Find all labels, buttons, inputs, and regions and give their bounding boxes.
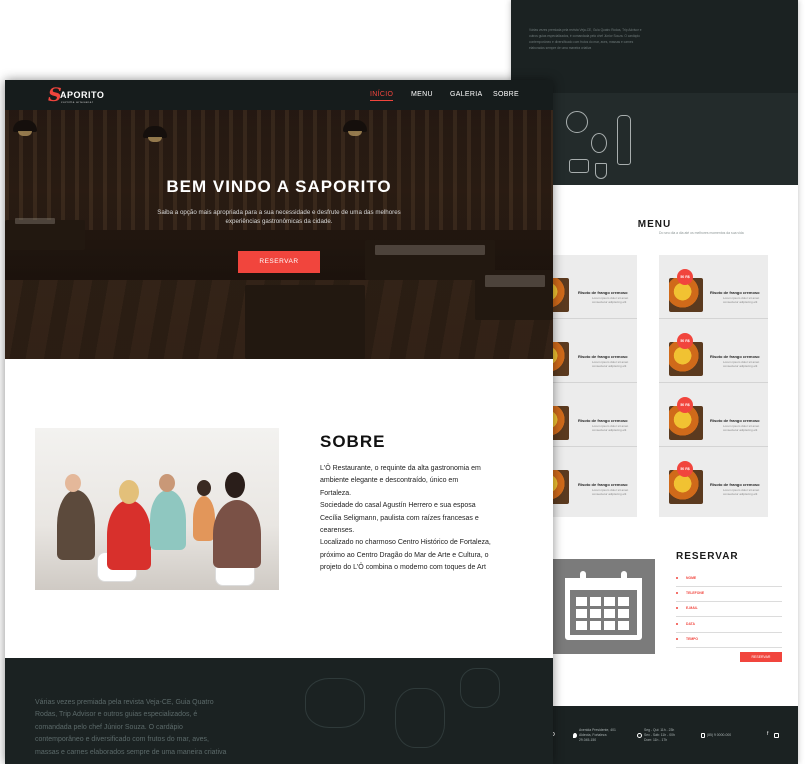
phone-field[interactable]: TELEFONE: [676, 587, 782, 602]
food-sketch: [305, 678, 365, 728]
person: [107, 500, 151, 570]
cheese-sketch: [569, 159, 589, 173]
person-head: [197, 480, 211, 496]
email-field[interactable]: E-MAIL: [676, 602, 782, 617]
location-icon: [573, 733, 577, 738]
instagram-icon[interactable]: [774, 733, 779, 738]
clock-icon: [637, 733, 642, 738]
dish-description: Lorem ipsum dolor sit amet consectetur a…: [592, 360, 629, 368]
menu-page-preview: Várias vezes premiada pela revista Veja-…: [511, 0, 798, 764]
dish-description: Lorem ipsum dolor sit amet consectetur a…: [723, 488, 760, 496]
nav-item-inicio[interactable]: INÍCIO: [370, 91, 394, 101]
price-badge: 50 R$: [677, 461, 693, 477]
person: [57, 490, 95, 560]
field-label: NOME: [686, 576, 697, 580]
nav-item-galeria[interactable]: GALERIA: [450, 91, 482, 98]
menu-item[interactable]: 50 R$ Risoto de frango cremoso Lorem ips…: [659, 255, 768, 319]
hero-section: S APORITO cozinha artesanal INÍCIO MENU …: [5, 80, 553, 359]
time-field[interactable]: TEMPO: [676, 633, 782, 648]
logo-tagline: cozinha artesanal: [61, 100, 94, 104]
calendar-image: [551, 559, 655, 654]
grapes-sketch: [591, 133, 607, 153]
price-badge: 50 R$: [677, 269, 693, 285]
back-footer: TO Avenida Presidente, 401 Aldeota, Fort…: [511, 706, 798, 764]
corkscrew-sketch: [566, 111, 588, 133]
reserve-title: RESERVAR: [676, 551, 739, 562]
food-sketch: [395, 688, 445, 748]
dish-description: Lorem ipsum dolor sit amet consectetur a…: [723, 360, 760, 368]
phone-icon: [701, 733, 705, 738]
back-band-text: Do seu dia a dia até os melhores momento…: [659, 231, 744, 235]
dish-name: Risoto de frango cremoso: [710, 418, 760, 423]
person-head: [65, 474, 81, 492]
field-label: DATA: [686, 622, 695, 626]
dish-name: Risoto de frango cremoso: [710, 354, 760, 359]
wine-bottle-sketch: [617, 115, 631, 165]
menu-item[interactable]: 50 R$ Risoto de frango cremoso Lorem ips…: [659, 447, 768, 511]
food-sketch: [460, 668, 500, 708]
footer-address: Avenida Presidente, 401 Aldeota, Fortale…: [579, 728, 616, 742]
field-label: TEMPO: [686, 637, 699, 641]
dish-name: Risoto de frango cremoso: [578, 290, 628, 295]
top-nav: S APORITO cozinha artesanal INÍCIO MENU …: [5, 80, 553, 110]
back-top-text: Várias vezes premiada pela revista Veja-…: [529, 28, 642, 50]
date-field[interactable]: DATA: [676, 618, 782, 633]
home-page: S APORITO cozinha artesanal INÍCIO MENU …: [5, 80, 553, 764]
person-head: [119, 480, 139, 504]
glass-sketch: [595, 163, 607, 179]
dish-name: Risoto de frango cremoso: [578, 354, 628, 359]
person-head: [159, 474, 175, 492]
back-illustration-band: Do seu dia a dia até os melhores momento…: [511, 93, 798, 235]
dish-description: Lorem ipsum dolor sit amet consectetur a…: [723, 424, 760, 432]
menu-item[interactable]: 50 R$ Risoto de frango cremoso Lorem ips…: [659, 383, 768, 447]
name-field[interactable]: NOME: [676, 572, 782, 587]
person: [213, 500, 261, 568]
menu-column-right: 50 R$ Risoto de frango cremoso Lorem ips…: [659, 255, 768, 517]
nav-item-sobre[interactable]: SOBRE: [493, 91, 519, 98]
dish-description: Lorem ipsum dolor sit amet consectetur a…: [592, 296, 629, 304]
facebook-icon[interactable]: f: [767, 732, 768, 737]
footer-hours: Seg - Qui: 11h - 23h Sex - Sáb: 11h - 00…: [644, 728, 675, 742]
dish-description: Lorem ipsum dolor sit amet consectetur a…: [592, 424, 629, 432]
person-head: [225, 472, 245, 498]
field-label: E-MAIL: [686, 606, 698, 610]
logo-name: APORITO: [60, 90, 105, 100]
about-title: SOBRE: [320, 432, 386, 451]
dish-name: Risoto de frango cremoso: [710, 290, 760, 295]
back-dark-section: Várias vezes premiada pela revista Veja-…: [511, 0, 798, 93]
brand-logo[interactable]: S APORITO cozinha artesanal: [48, 86, 104, 106]
reserve-button[interactable]: RESERVAR: [238, 251, 320, 273]
calendar-icon: [565, 571, 642, 640]
field-label: TELEFONE: [686, 591, 705, 595]
price-badge: 50 R$: [677, 397, 693, 413]
dish-description: Lorem ipsum dolor sit amet consectetur a…: [592, 488, 629, 496]
back-menu-title: MENU: [637, 219, 672, 230]
dish-name: Risoto de frango cremoso: [710, 482, 760, 487]
hero-title: BEM VINDO A SAPORITO: [166, 177, 392, 196]
price-badge: 50 R$: [677, 333, 693, 349]
about-photo: [35, 428, 279, 590]
front-footer: Várias vezes premiada pela revista Veja-…: [5, 658, 553, 764]
footer-description: Várias vezes premiada pela revista Veja-…: [35, 699, 227, 756]
menu-item[interactable]: 50 R$ Risoto de frango cremoso Lorem ips…: [659, 319, 768, 383]
about-text: L'Ô Restaurante, o requinte da alta gast…: [320, 465, 491, 572]
dish-description: Lorem ipsum dolor sit amet consectetur a…: [723, 296, 760, 304]
nav-item-menu[interactable]: MENU: [411, 91, 433, 98]
person: [150, 490, 186, 550]
dish-name: Risoto de frango cremoso: [578, 482, 628, 487]
hero-subtitle: Saiba a opção mais apropriada para a sua…: [157, 209, 401, 225]
dish-name: Risoto de frango cremoso: [578, 418, 628, 423]
person: [193, 496, 215, 541]
footer-phone: (85) 9 0000-000: [707, 733, 732, 737]
reserve-submit-button[interactable]: RESERVAR: [740, 652, 782, 662]
